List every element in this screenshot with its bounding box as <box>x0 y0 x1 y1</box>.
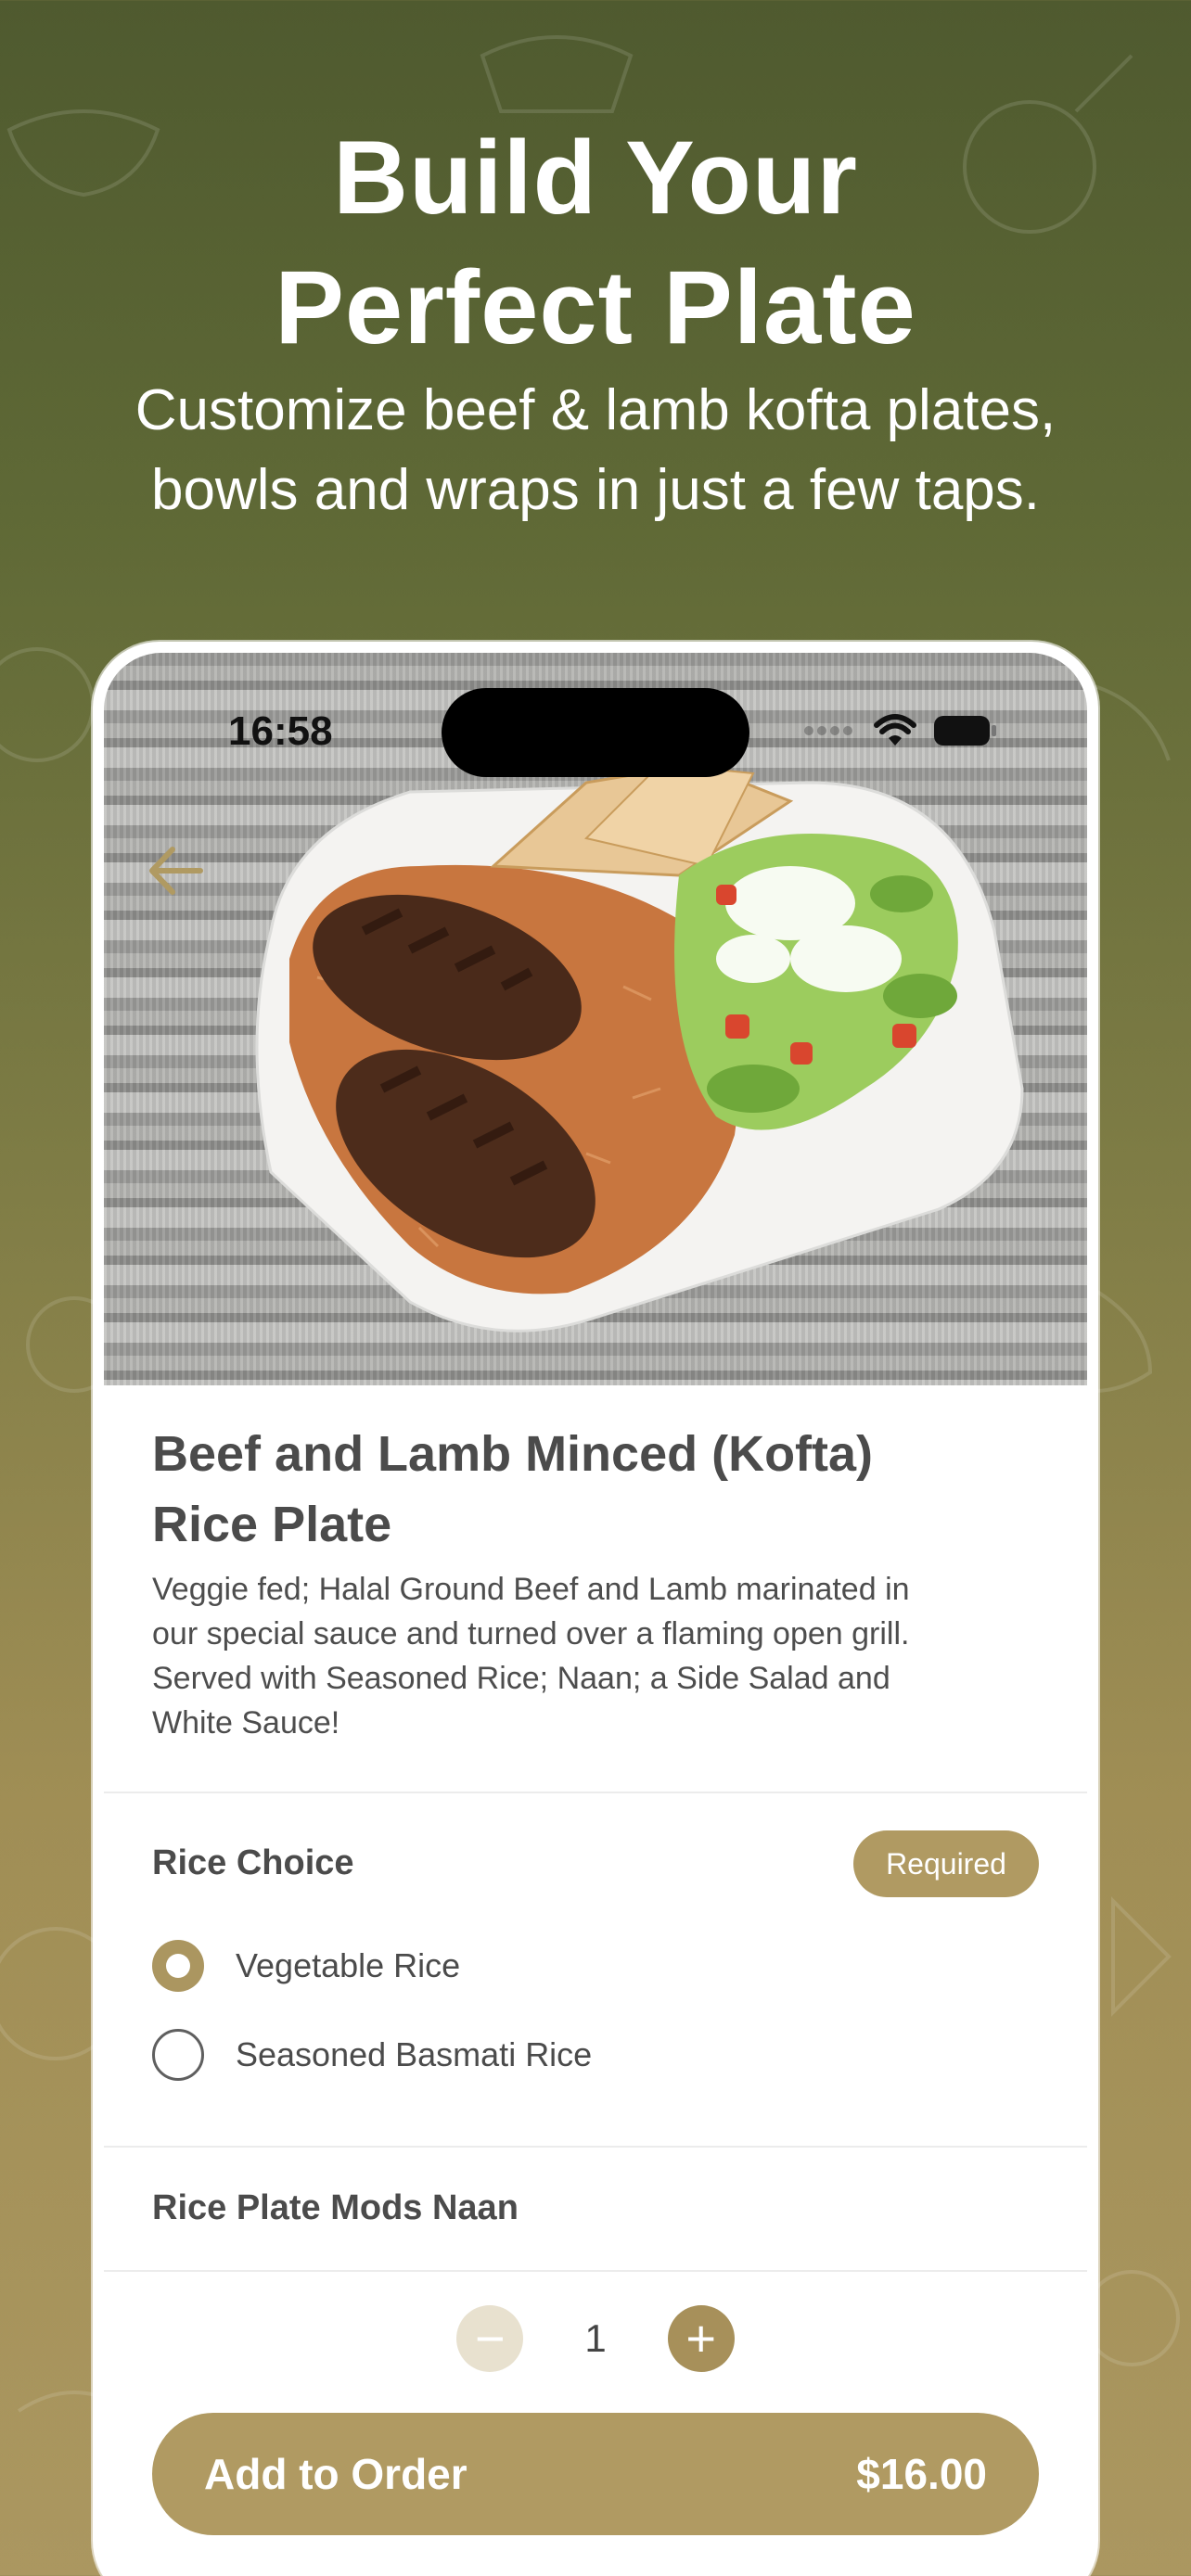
rice-option-seasoned-basmati[interactable]: Seasoned Basmati Rice <box>152 2029 592 2081</box>
add-to-order-label: Add to Order <box>204 2450 467 2498</box>
quantity-value: 1 <box>584 2316 607 2360</box>
increase-quantity-button[interactable]: + <box>667 2305 735 2372</box>
item-title-line-2: Rice Plate <box>152 1497 392 1552</box>
headline-line-2: Perfect Plate <box>275 249 916 365</box>
rice-option-vegetable[interactable]: Vegetable Rice <box>152 1940 460 1992</box>
item-description-line-4: White Sauce! <box>152 1705 340 1741</box>
food-photo: 16:58 <box>104 653 1087 1385</box>
back-arrow-icon[interactable] <box>143 838 208 903</box>
status-time: 16:58 <box>228 708 333 754</box>
divider <box>104 2270 1087 2272</box>
cellular-icon <box>804 726 852 735</box>
add-to-order-button[interactable]: Add to Order $16.00 <box>152 2413 1039 2535</box>
required-badge: Required <box>853 1830 1039 1897</box>
item-description: Veggie fed; Halal Ground Beef and Lamb m… <box>152 1567 1043 1745</box>
wifi-icon <box>874 714 916 746</box>
subhead-line-2: bowls and wraps in just a few taps. <box>150 458 1041 522</box>
battery-icon <box>934 716 996 746</box>
divider <box>104 2146 1087 2148</box>
marketing-headline: Build Your Perfect Plate <box>0 113 1191 373</box>
phone-frame: 16:58 Beef and Lamb Minced (Kofta) Rice … <box>93 642 1098 2576</box>
status-icons <box>801 714 998 747</box>
radio-selected-icon[interactable] <box>152 1940 204 1992</box>
rice-option-label: Vegetable Rice <box>236 1946 461 1984</box>
radio-unselected-icon[interactable] <box>152 2029 204 2081</box>
item-title: Beef and Lamb Minced (Kofta) Rice Plate <box>152 1419 1043 1560</box>
rice-option-label: Seasoned Basmati Rice <box>236 2035 593 2073</box>
item-description-line-3: Served with Seasoned Rice; Naan; a Side … <box>152 1661 890 1696</box>
divider <box>104 1792 1087 1793</box>
quantity-stepper: − 1 + <box>104 2305 1087 2372</box>
order-price: $16.00 <box>856 2450 987 2498</box>
decrease-quantity-button[interactable]: − <box>456 2305 524 2372</box>
app-screen: 16:58 Beef and Lamb Minced (Kofta) Rice … <box>104 653 1087 2576</box>
headline-line-1: Build Your <box>333 120 858 236</box>
item-description-line-1: Veggie fed; Halal Ground Beef and Lamb m… <box>152 1572 910 1607</box>
item-description-line-2: our special sauce and turned over a flam… <box>152 1616 910 1651</box>
item-title-line-1: Beef and Lamb Minced (Kofta) <box>152 1426 874 1482</box>
rice-choice-title: Rice Choice <box>152 1843 354 1882</box>
rice-plate-mods-title[interactable]: Rice Plate Mods Naan <box>152 2188 519 2228</box>
dynamic-island <box>442 688 749 777</box>
subhead-line-1: Customize beef & lamb kofta plates, <box>134 378 1057 442</box>
marketing-subheadline: Customize beef & lamb kofta plates, bowl… <box>56 371 1135 530</box>
